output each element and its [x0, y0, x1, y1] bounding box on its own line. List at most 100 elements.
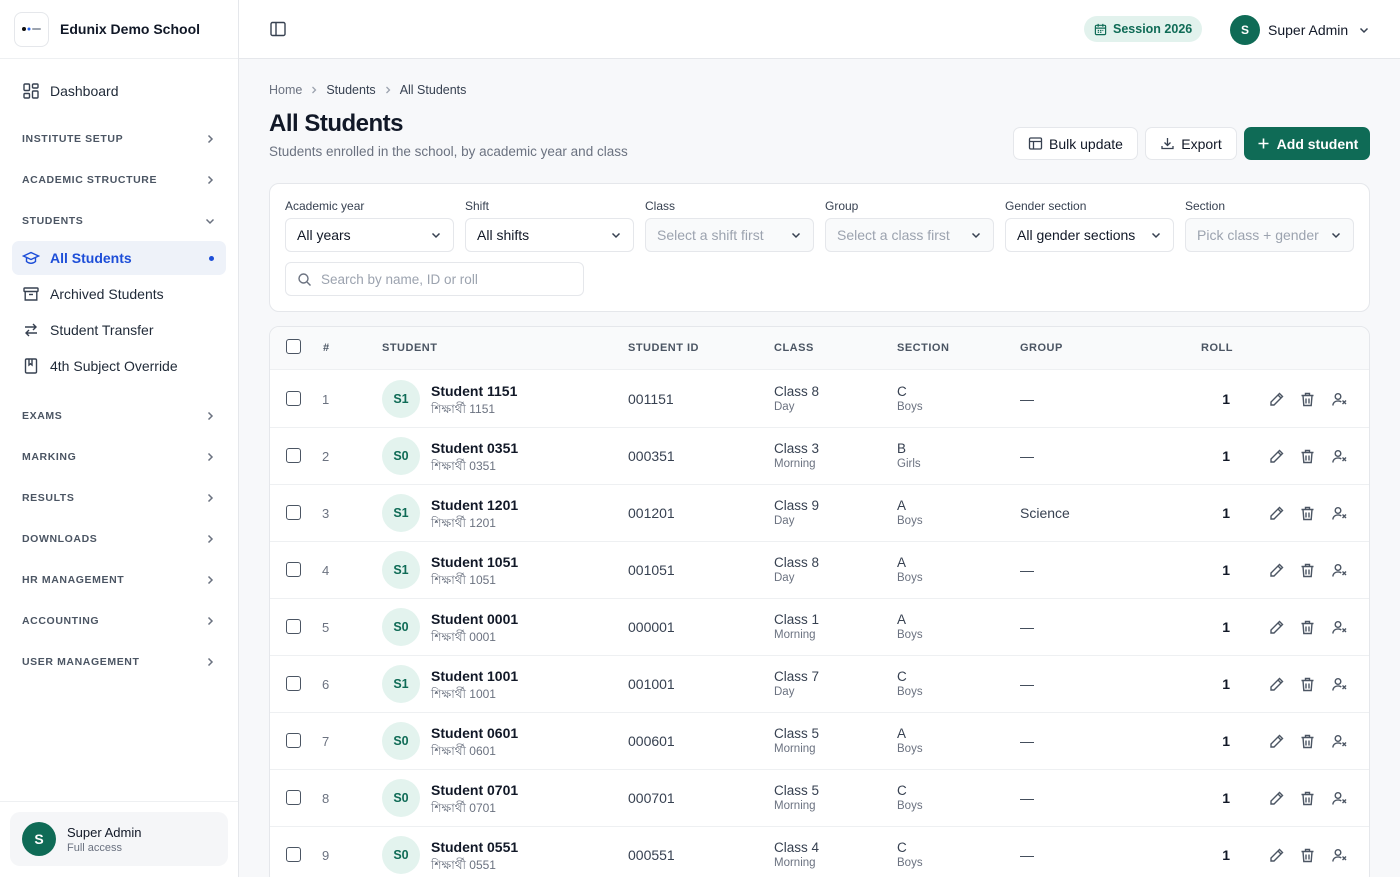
column-header-class[interactable]: CLASS [774, 342, 814, 354]
edit-icon[interactable] [1268, 562, 1285, 579]
table-row[interactable]: 1 S1 Student 1151 শিক্ষার্থী 1151 001151… [270, 371, 1369, 428]
edit-icon[interactable] [1268, 448, 1285, 465]
current-user-card[interactable]: S Super Admin Full access [10, 812, 228, 866]
trash-icon[interactable] [1299, 391, 1316, 408]
student-name[interactable]: Student 0601 [431, 725, 518, 741]
trash-icon[interactable] [1299, 448, 1316, 465]
edit-icon[interactable] [1268, 847, 1285, 864]
student-name[interactable]: Student 1151 [431, 383, 517, 399]
table-row[interactable]: 9 S0 Student 0551 শিক্ষার্থী 0551 000551… [270, 827, 1369, 877]
add-student-button[interactable]: Add student [1244, 127, 1370, 160]
table-row[interactable]: 3 S1 Student 1201 শিক্ষার্থী 1201 001201… [270, 485, 1369, 542]
row-checkbox[interactable] [286, 562, 301, 577]
student-name[interactable]: Student 0701 [431, 782, 518, 798]
row-checkbox[interactable] [286, 847, 301, 862]
sidebar-item-4th-subject-override[interactable]: 4th Subject Override [12, 349, 226, 383]
edit-icon[interactable] [1268, 790, 1285, 807]
student-name[interactable]: Student 1201 [431, 497, 518, 513]
remove-user-icon[interactable] [1331, 733, 1348, 750]
student-avatar: S0 [382, 779, 420, 817]
remove-user-icon[interactable] [1331, 562, 1348, 579]
bulk-update-button[interactable]: Bulk update [1013, 127, 1138, 160]
group-select[interactable]: Select a class first [825, 218, 994, 252]
user-role: Full access [67, 841, 123, 854]
chevron-right-icon [207, 616, 214, 625]
sidebar-toggle-icon[interactable] [269, 20, 287, 38]
trash-icon[interactable] [1299, 733, 1316, 750]
trash-icon[interactable] [1299, 619, 1316, 636]
remove-user-icon[interactable] [1331, 790, 1348, 807]
table-row[interactable]: 8 S0 Student 0701 শিক্ষার্থী 0701 000701… [270, 770, 1369, 827]
row-checkbox[interactable] [286, 505, 301, 520]
student-name[interactable]: Student 1001 [431, 668, 518, 684]
edit-icon[interactable] [1268, 391, 1285, 408]
student-name[interactable]: Student 0001 [431, 611, 518, 627]
trash-icon[interactable] [1299, 505, 1316, 522]
breadcrumb-home[interactable]: Home [269, 83, 302, 97]
trash-icon[interactable] [1299, 562, 1316, 579]
table-row[interactable]: 5 S0 Student 0001 শিক্ষার্থী 0001 000001… [270, 599, 1369, 656]
sidebar-section-marking[interactable]: MARKING [12, 436, 226, 477]
column-header-section[interactable]: SECTION [897, 342, 949, 354]
row-checkbox[interactable] [286, 448, 301, 463]
select-all-checkbox[interactable] [286, 339, 301, 354]
sidebar-section-accounting[interactable]: ACCOUNTING [12, 600, 226, 641]
academic-year-select[interactable]: All years [285, 218, 454, 252]
session-badge[interactable]: Session 2026 [1084, 16, 1203, 42]
remove-user-icon[interactable] [1331, 448, 1348, 465]
student-avatar: S1 [382, 494, 420, 532]
sidebar-item-dashboard[interactable]: Dashboard [12, 74, 226, 108]
student-name[interactable]: Student 0551 [431, 839, 518, 855]
row-checkbox[interactable] [286, 619, 301, 634]
search-input[interactable] [321, 271, 571, 287]
remove-user-icon[interactable] [1331, 505, 1348, 522]
sidebar-item-label: Student Transfer [50, 322, 154, 338]
user-menu[interactable]: S Super Admin [1230, 15, 1370, 45]
sidebar-section-downloads[interactable]: DOWNLOADS [12, 518, 226, 559]
edit-icon[interactable] [1268, 619, 1285, 636]
remove-user-icon[interactable] [1331, 619, 1348, 636]
trash-icon[interactable] [1299, 847, 1316, 864]
column-header-roll[interactable]: ROLL [1201, 342, 1233, 354]
remove-user-icon[interactable] [1331, 676, 1348, 693]
sidebar-section-students[interactable]: STUDENTS [12, 200, 226, 241]
shift-select[interactable]: All shifts [465, 218, 634, 252]
gender-section-select[interactable]: All gender sections [1005, 218, 1174, 252]
edit-icon[interactable] [1268, 733, 1285, 750]
edit-icon[interactable] [1268, 505, 1285, 522]
remove-user-icon[interactable] [1331, 847, 1348, 864]
section-label: EXAMS [22, 409, 63, 422]
school-logo[interactable] [14, 11, 49, 47]
sidebar-section-results[interactable]: RESULTS [12, 477, 226, 518]
class-select[interactable]: Select a shift first [645, 218, 814, 252]
row-checkbox[interactable] [286, 790, 301, 805]
sidebar-item-archived-students[interactable]: Archived Students [12, 277, 226, 311]
remove-user-icon[interactable] [1331, 391, 1348, 408]
student-name[interactable]: Student 0351 [431, 440, 518, 456]
sidebar-item-all-students[interactable]: All Students [12, 241, 226, 275]
row-number: 4 [322, 563, 330, 578]
sidebar-item-student-transfer[interactable]: Student Transfer [12, 313, 226, 347]
sidebar-section-academic-structure[interactable]: ACADEMIC STRUCTURE [12, 159, 226, 200]
student-name[interactable]: Student 1051 [431, 554, 518, 570]
table-row[interactable]: 4 S1 Student 1051 শিক্ষার্থী 1051 001051… [270, 542, 1369, 599]
breadcrumb-students[interactable]: Students [326, 83, 375, 97]
column-header-group[interactable]: GROUP [1020, 342, 1063, 354]
table-row[interactable]: 6 S1 Student 1001 শিক্ষার্থী 1001 001001… [270, 656, 1369, 713]
table-row[interactable]: 7 S0 Student 0601 শিক্ষার্থী 0601 000601… [270, 713, 1369, 770]
sidebar-section-exams[interactable]: EXAMS [12, 395, 226, 436]
sidebar-section-hr-management[interactable]: HR MANAGEMENT [12, 559, 226, 600]
edit-icon[interactable] [1268, 676, 1285, 693]
table-row[interactable]: 2 S0 Student 0351 শিক্ষার্থী 0351 000351… [270, 428, 1369, 485]
trash-icon[interactable] [1299, 676, 1316, 693]
trash-icon[interactable] [1299, 790, 1316, 807]
row-checkbox[interactable] [286, 733, 301, 748]
column-header-student-id[interactable]: STUDENT ID [628, 342, 699, 354]
sidebar-section-user-management[interactable]: USER MANAGEMENT [12, 641, 226, 682]
sidebar-section-institute-setup[interactable]: INSTITUTE SETUP [12, 118, 226, 159]
row-checkbox[interactable] [286, 391, 301, 406]
section-select[interactable]: Pick class + gender [1185, 218, 1354, 252]
row-checkbox[interactable] [286, 676, 301, 691]
export-button[interactable]: Export [1145, 127, 1237, 160]
column-header-student[interactable]: STUDENT [382, 342, 437, 354]
